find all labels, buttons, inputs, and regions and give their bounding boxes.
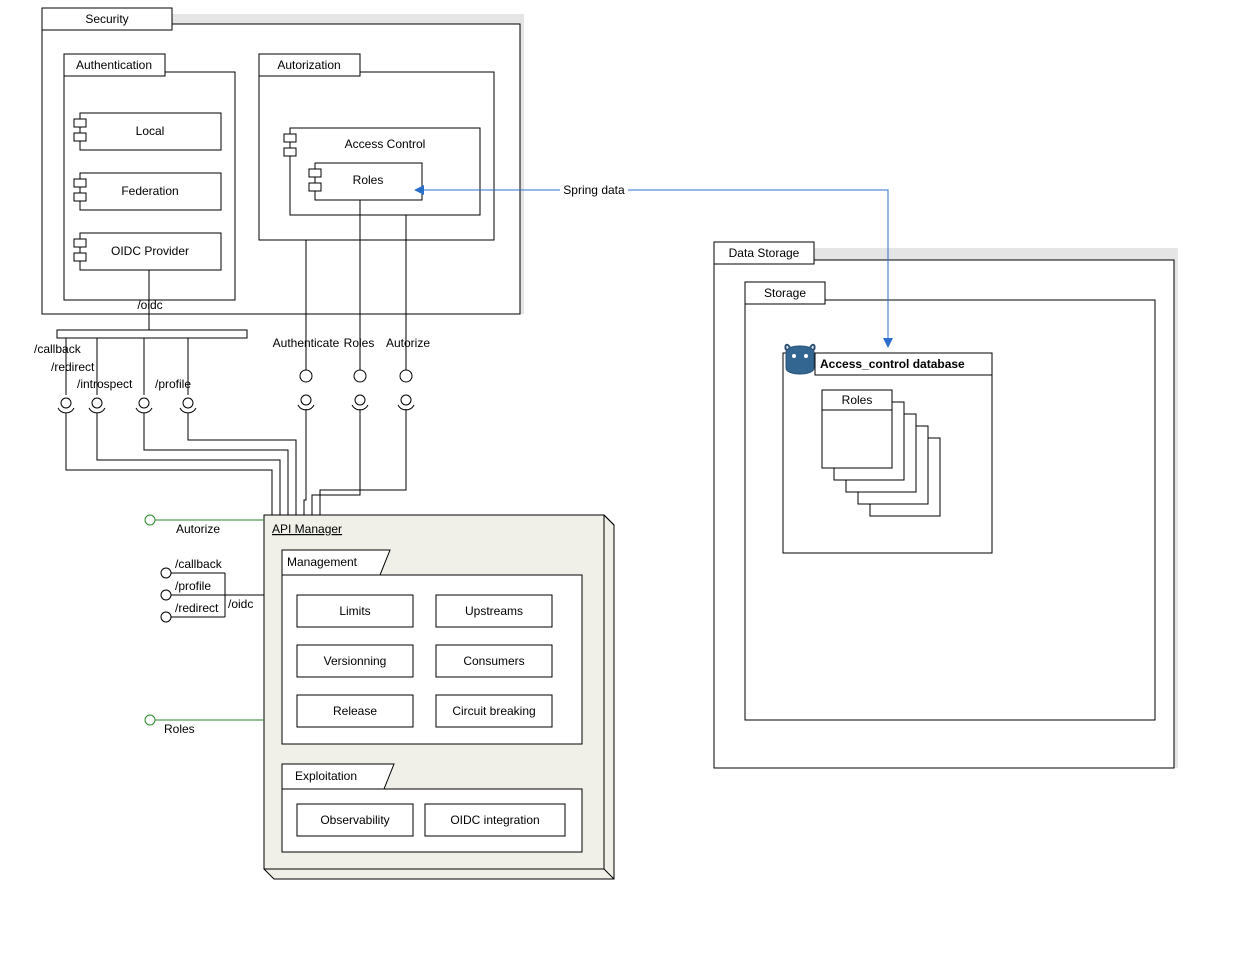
authentication-title: Authentication: [76, 58, 152, 72]
socket-icon: [398, 395, 414, 410]
endpoint-callback: /callback: [34, 342, 82, 356]
authorization-title: Autorization: [277, 58, 340, 72]
api-manager-title: API Manager: [272, 522, 342, 536]
box-observability: Observability: [320, 813, 389, 827]
component-federation: Federation: [74, 173, 221, 210]
socket-icon: [298, 395, 314, 410]
api-iface-roles: Roles: [164, 722, 195, 736]
box-limits: Limits: [339, 604, 370, 618]
spring-data-label: Spring data: [563, 183, 625, 197]
socket-icon: [136, 398, 152, 413]
box-oidc-integration: OIDC integration: [450, 813, 539, 827]
box-upstreams: Upstreams: [465, 604, 523, 618]
socket-icon: [89, 398, 105, 413]
table-roles: Roles: [842, 393, 873, 407]
component-local: Local: [74, 113, 221, 150]
box-circuit: Circuit breaking: [452, 704, 535, 718]
box-consumers: Consumers: [463, 654, 524, 668]
socket-icon: [58, 398, 74, 413]
socket-icon: [180, 398, 196, 413]
svg-text:Federation: Federation: [121, 184, 178, 198]
svg-text:OIDC Provider: OIDC Provider: [111, 244, 189, 258]
op-roles: Roles: [344, 336, 375, 350]
endpoint-introspect: /introspect: [77, 377, 133, 391]
endpoint-profile: /profile: [155, 377, 191, 391]
svg-text:Management: Management: [287, 555, 358, 569]
api-iface-profile: /profile: [175, 579, 211, 593]
api-manager-node: API Manager Management Limits Upstreams …: [264, 515, 614, 879]
data-storage-title: Data Storage: [729, 246, 800, 260]
component-oidc-provider: OIDC Provider: [74, 233, 221, 270]
api-iface-authorize: Autorize: [176, 522, 220, 536]
management-folder: Management Limits Upstreams Versionning …: [282, 550, 582, 744]
svg-text:Local: Local: [136, 124, 165, 138]
socket-icon: [352, 395, 368, 410]
architecture-diagram: Security Authentication Local Federation…: [0, 0, 1242, 965]
endpoint-oidc: /oidc: [137, 298, 162, 312]
op-authenticate: Authenticate: [273, 336, 340, 350]
security-title: Security: [85, 12, 128, 26]
svg-text:Exploitation: Exploitation: [295, 769, 357, 783]
db-title: Access_control database: [820, 357, 965, 371]
api-iface-oidc: /oidc: [228, 597, 253, 611]
endpoint-redirect: /redirect: [51, 360, 95, 374]
api-iface-callback: /callback: [175, 557, 223, 571]
db-frame: Access_control database Roles: [783, 345, 992, 553]
op-authorize: Autorize: [386, 336, 430, 350]
svg-text:Access Control: Access Control: [345, 137, 426, 151]
component-roles: Roles: [309, 163, 422, 200]
api-iface-redirect: /redirect: [175, 601, 219, 615]
box-release: Release: [333, 704, 377, 718]
postgres-icon: [785, 345, 814, 374]
box-versioning: Versionning: [324, 654, 387, 668]
svg-text:Roles: Roles: [353, 173, 384, 187]
storage-title: Storage: [764, 286, 806, 300]
